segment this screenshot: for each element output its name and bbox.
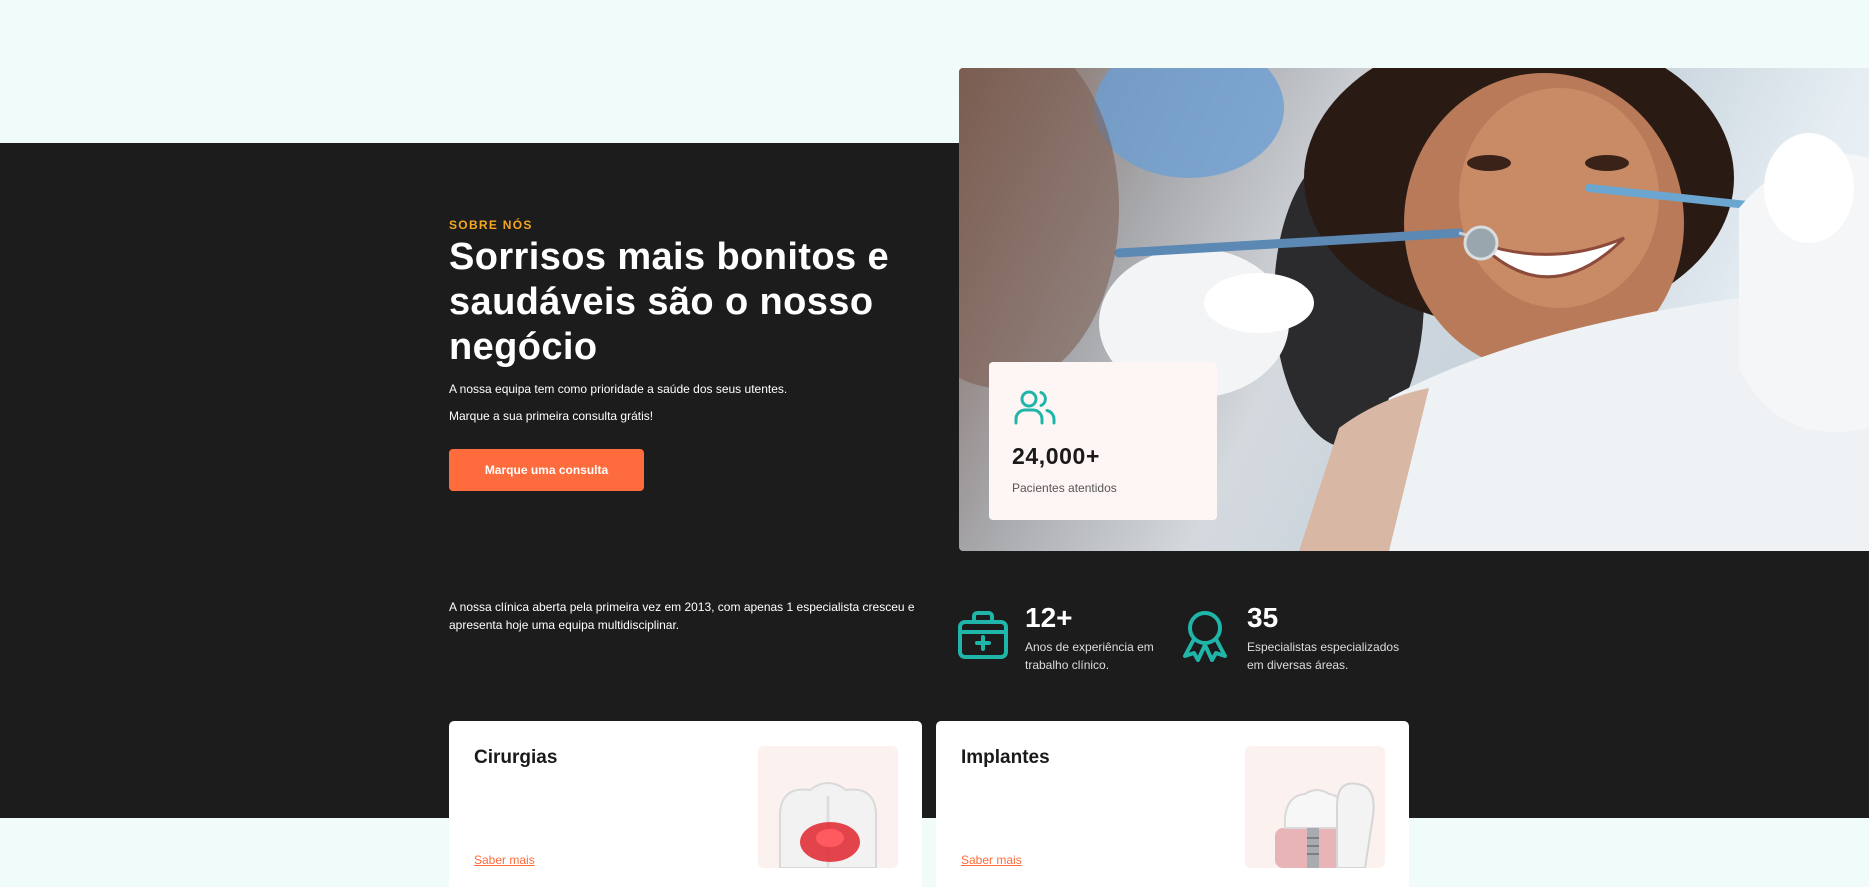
section-headline: Sorrisos mais bonitos e saudáveis são o … [449,236,889,368]
service-card-surgery[interactable]: Cirurgias Saber mais [449,721,922,887]
award-icon [1180,610,1230,667]
experience-label: Anos de experiência em trabalho clínico. [1025,640,1154,672]
clinic-history-text: A nossa clínica aberta pela primeira vez… [449,600,915,632]
patients-label: Pacientes atentidos [1012,481,1117,495]
experience-years: 12+ [1025,602,1073,633]
section-eyebrow: SOBRE NÓS [449,218,533,232]
service-title: Cirurgias [474,747,558,768]
service-card-implants[interactable]: Implantes Saber mais [936,721,1409,887]
book-appointment-button[interactable]: Marque uma consulta [449,449,644,491]
service-title: Implantes [961,747,1050,768]
learn-more-link[interactable]: Saber mais [474,853,535,867]
gum-tooth-illustration [758,746,898,868]
medical-kit-icon [957,610,1009,665]
users-icon [1014,389,1056,430]
patients-count: 24,000+ [1012,443,1100,469]
specialists-label: Especialistas especializados em diversas… [1247,640,1400,672]
lead-text-1: A nossa equipa tem como prioridade a saú… [449,382,788,396]
patients-stat-card: 24,000+ Pacientes atentidos [989,362,1217,520]
learn-more-link[interactable]: Saber mais [961,853,1022,867]
specialists-count: 35 [1247,602,1279,633]
implant-illustration [1245,746,1385,868]
lead-text-2: Marque a sua primeira consulta grátis! [449,409,654,423]
